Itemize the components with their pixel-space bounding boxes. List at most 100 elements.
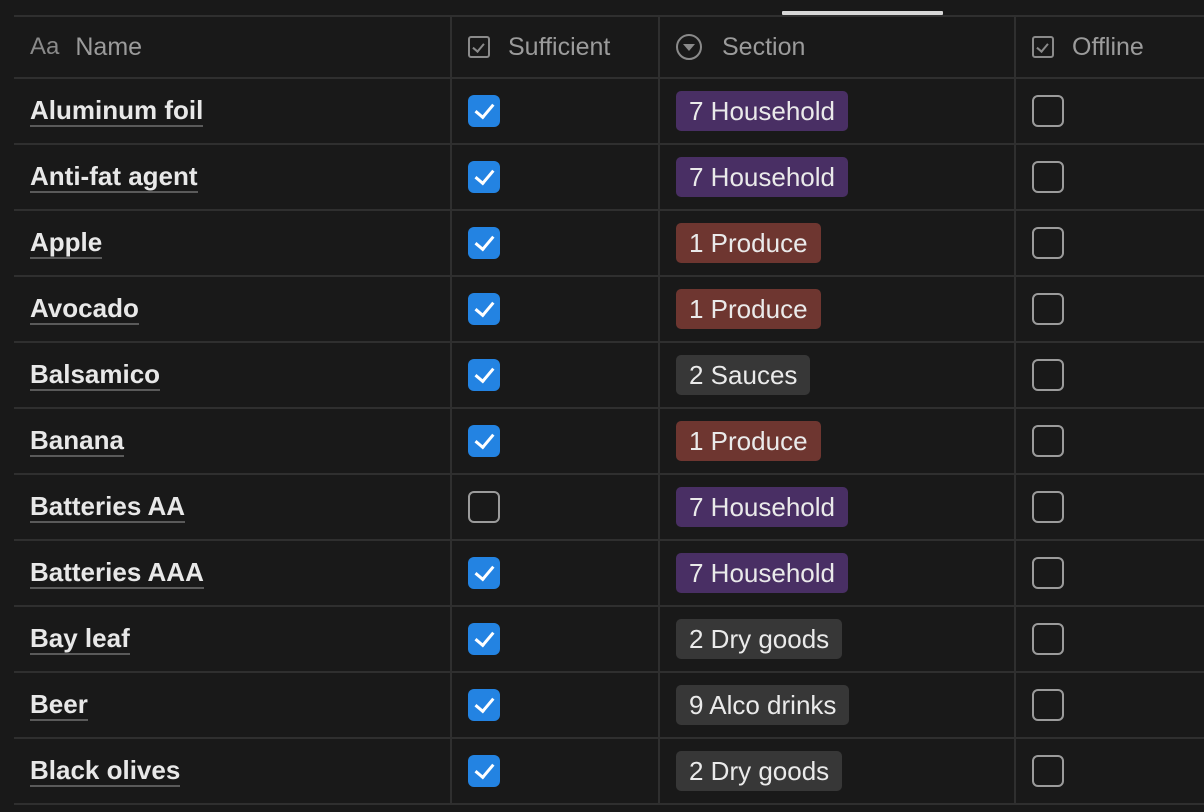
table-row[interactable]: Avocado 1 Produce <box>14 277 1204 343</box>
cell-name[interactable]: Batteries AA <box>14 475 452 539</box>
column-header-offline[interactable]: Offline <box>1016 17 1204 77</box>
item-name-link[interactable]: Banana <box>30 426 124 457</box>
item-name-link[interactable]: Batteries AAA <box>30 558 204 589</box>
column-header-name[interactable]: Aa Name <box>14 17 452 77</box>
cell-sufficient <box>452 739 660 803</box>
offline-checkbox[interactable] <box>1032 755 1064 787</box>
column-header-label: Sufficient <box>508 32 611 61</box>
offline-checkbox[interactable] <box>1032 425 1064 457</box>
cell-name[interactable]: Balsamico <box>14 343 452 407</box>
cell-name[interactable]: Batteries AAA <box>14 541 452 605</box>
sufficient-checkbox[interactable] <box>468 557 500 589</box>
cell-offline <box>1016 277 1204 341</box>
column-header-sufficient[interactable]: Sufficient <box>452 17 660 77</box>
column-header-label: Section <box>722 32 806 61</box>
offline-checkbox[interactable] <box>1032 95 1064 127</box>
sufficient-checkbox[interactable] <box>468 425 500 457</box>
offline-checkbox[interactable] <box>1032 293 1064 325</box>
offline-checkbox[interactable] <box>1032 227 1064 259</box>
table-row[interactable]: Black olives 2 Dry goods <box>14 739 1204 805</box>
cell-section[interactable]: 7 Household <box>660 79 1016 143</box>
cell-offline <box>1016 739 1204 803</box>
item-name-link[interactable]: Beer <box>30 690 88 721</box>
cell-name[interactable]: Black olives <box>14 739 452 803</box>
cell-name[interactable]: Apple <box>14 211 452 275</box>
sufficient-checkbox[interactable] <box>468 161 500 193</box>
item-name-link[interactable]: Aluminum foil <box>30 96 204 127</box>
cell-sufficient <box>452 211 660 275</box>
checkbox-type-icon <box>1032 36 1054 58</box>
table-row[interactable]: Batteries AAA 7 Household <box>14 541 1204 607</box>
item-name-link[interactable]: Balsamico <box>30 360 161 391</box>
cell-section[interactable]: 2 Sauces <box>660 343 1016 407</box>
cell-section[interactable]: 2 Dry goods <box>660 739 1016 803</box>
cell-name[interactable]: Bay leaf <box>14 607 452 671</box>
table-row[interactable]: Balsamico 2 Sauces <box>14 343 1204 409</box>
table-row[interactable]: Bay leaf 2 Dry goods <box>14 607 1204 673</box>
sufficient-checkbox[interactable] <box>468 755 500 787</box>
cell-section[interactable]: 7 Household <box>660 475 1016 539</box>
table-row[interactable]: Beer 9 Alco drinks <box>14 673 1204 739</box>
section-tag: 2 Dry goods <box>676 751 843 791</box>
offline-checkbox[interactable] <box>1032 161 1064 193</box>
offline-checkbox[interactable] <box>1032 623 1064 655</box>
offline-checkbox[interactable] <box>1032 689 1064 721</box>
table-row[interactable]: Batteries AA 7 Household <box>14 475 1204 541</box>
select-type-icon <box>676 34 702 60</box>
cell-section[interactable]: 2 Dry goods <box>660 607 1016 671</box>
cell-name[interactable]: Banana <box>14 409 452 473</box>
cell-offline <box>1016 343 1204 407</box>
cell-section[interactable]: 7 Household <box>660 145 1016 209</box>
table-row[interactable]: Banana 1 Produce <box>14 409 1204 475</box>
cell-sufficient <box>452 475 660 539</box>
item-name-link[interactable]: Batteries AA <box>30 492 186 523</box>
cell-offline <box>1016 409 1204 473</box>
database-table-view: Aa Name Sufficient Section Offline Alumi… <box>0 0 1204 812</box>
sufficient-checkbox[interactable] <box>468 491 500 523</box>
table: Aa Name Sufficient Section Offline Alumi… <box>14 17 1204 805</box>
column-header-label: Offline <box>1072 32 1144 61</box>
section-tag: 7 Household <box>676 553 848 593</box>
cell-section[interactable]: 1 Produce <box>660 277 1016 341</box>
text-type-icon: Aa <box>30 33 60 60</box>
cell-name[interactable]: Aluminum foil <box>14 79 452 143</box>
cell-offline <box>1016 475 1204 539</box>
sufficient-checkbox[interactable] <box>468 293 500 325</box>
column-header-section[interactable]: Section <box>660 17 1016 77</box>
cell-offline <box>1016 79 1204 143</box>
item-name-link[interactable]: Bay leaf <box>30 624 130 655</box>
cell-section[interactable]: 9 Alco drinks <box>660 673 1016 737</box>
sufficient-checkbox[interactable] <box>468 227 500 259</box>
sufficient-checkbox[interactable] <box>468 95 500 127</box>
item-name-link[interactable]: Anti-fat agent <box>30 162 198 193</box>
sufficient-checkbox[interactable] <box>468 359 500 391</box>
cell-offline <box>1016 145 1204 209</box>
table-header-row: Aa Name Sufficient Section Offline <box>14 17 1204 79</box>
sufficient-checkbox[interactable] <box>468 623 500 655</box>
horizontal-scroll-indicator[interactable] <box>782 11 943 15</box>
cell-name[interactable]: Beer <box>14 673 452 737</box>
section-tag: 9 Alco drinks <box>676 685 850 725</box>
offline-checkbox[interactable] <box>1032 491 1064 523</box>
cell-section[interactable]: 1 Produce <box>660 211 1016 275</box>
section-tag: 1 Produce <box>676 223 821 263</box>
table-row[interactable]: Aluminum foil 7 Household <box>14 79 1204 145</box>
cell-sufficient <box>452 541 660 605</box>
item-name-link[interactable]: Avocado <box>30 294 139 325</box>
item-name-link[interactable]: Black olives <box>30 756 181 787</box>
cell-sufficient <box>452 409 660 473</box>
cell-section[interactable]: 7 Household <box>660 541 1016 605</box>
offline-checkbox[interactable] <box>1032 359 1064 391</box>
cell-name[interactable]: Anti-fat agent <box>14 145 452 209</box>
cell-offline <box>1016 673 1204 737</box>
offline-checkbox[interactable] <box>1032 557 1064 589</box>
cell-section[interactable]: 1 Produce <box>660 409 1016 473</box>
cell-sufficient <box>452 79 660 143</box>
cell-name[interactable]: Avocado <box>14 277 452 341</box>
cell-offline <box>1016 607 1204 671</box>
item-name-link[interactable]: Apple <box>30 228 103 259</box>
sufficient-checkbox[interactable] <box>468 689 500 721</box>
cell-sufficient <box>452 145 660 209</box>
table-row[interactable]: Apple 1 Produce <box>14 211 1204 277</box>
table-row[interactable]: Anti-fat agent 7 Household <box>14 145 1204 211</box>
